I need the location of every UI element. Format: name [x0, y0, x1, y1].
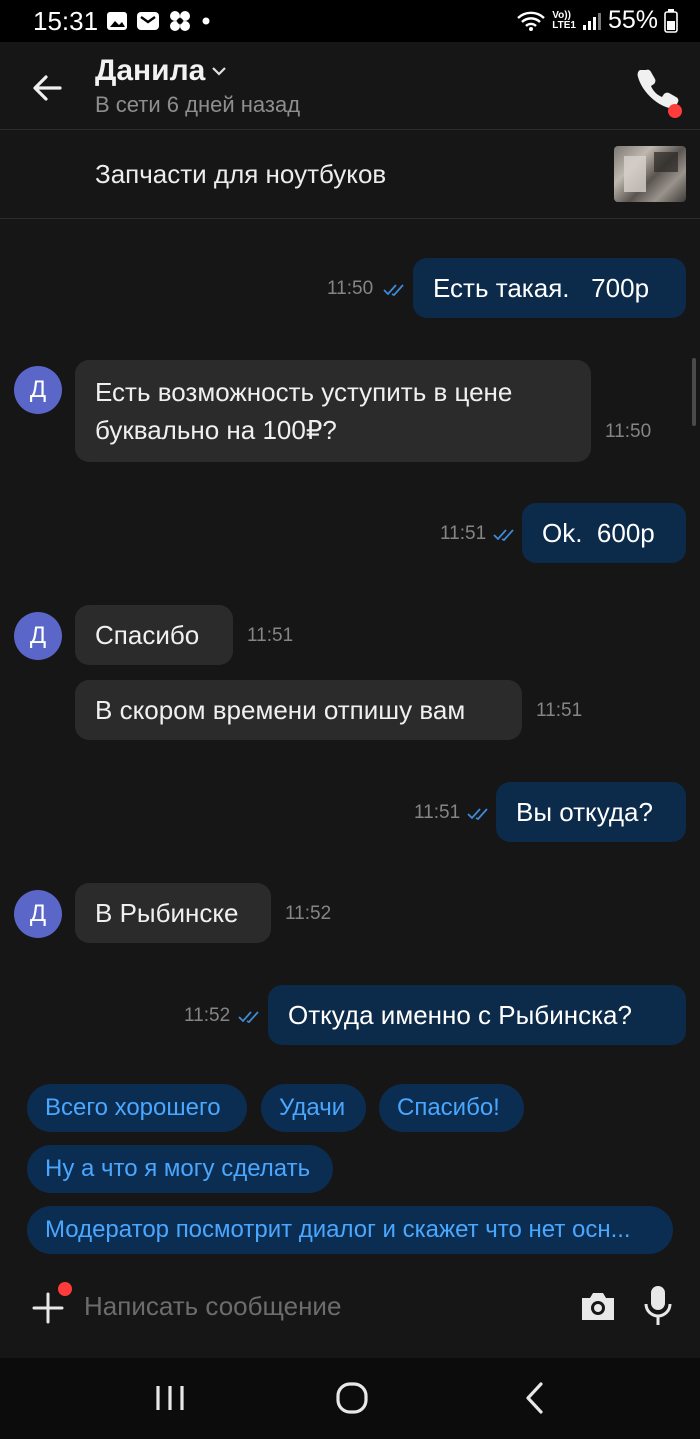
- message-time: 11:51: [536, 700, 583, 721]
- read-ticks-icon: [493, 529, 514, 542]
- system-navigation-bar: [0, 1358, 700, 1439]
- incoming-message[interactable]: В Рыбинске: [75, 883, 271, 943]
- back-arrow-icon[interactable]: [26, 66, 70, 110]
- attach-plus-icon[interactable]: [30, 1290, 66, 1326]
- message-time: 11:51: [247, 625, 294, 646]
- outgoing-message[interactable]: Вы откуда?: [496, 782, 686, 842]
- scrollbar[interactable]: [692, 358, 696, 426]
- battery-percent: 55%: [607, 6, 658, 34]
- incoming-message[interactable]: Спасибо: [75, 605, 233, 665]
- chevron-down-icon[interactable]: [211, 65, 227, 77]
- gallery-icon: [107, 12, 127, 30]
- product-bar[interactable]: Запчасти для ноутбуков: [0, 131, 700, 219]
- avatar-letter: Д: [29, 376, 47, 403]
- incoming-message[interactable]: В скором времени отпишу вам: [75, 680, 522, 740]
- quick-reply-chip[interactable]: Спасибо!: [379, 1084, 524, 1132]
- message-time: 11:50: [605, 421, 652, 442]
- quick-reply-chip[interactable]: Модератор посмотрит диалог и скажет что …: [27, 1206, 673, 1254]
- product-thumbnail[interactable]: [614, 146, 686, 202]
- thumbnail-detail: [624, 156, 646, 192]
- message-text: Есть возможность уступить в цене букваль…: [95, 376, 513, 445]
- call-badge-dot: [668, 104, 682, 118]
- chip-label: Всего хорошего: [45, 1094, 221, 1121]
- chip-label: Модератор посмотрит диалог и скажет что …: [45, 1216, 631, 1243]
- microphone-icon[interactable]: [642, 1284, 674, 1328]
- wifi-icon: [517, 11, 546, 31]
- outgoing-message[interactable]: Ok. 600р: [522, 503, 686, 563]
- message-time: 11:51: [440, 523, 487, 544]
- chip-label: Спасибо!: [397, 1094, 500, 1121]
- contact-name[interactable]: Данила: [95, 54, 205, 88]
- message-text: Есть такая. 700р: [433, 272, 650, 303]
- message-text: Ok. 600р: [542, 517, 655, 548]
- avatar[interactable]: Д: [14, 612, 62, 660]
- last-seen-status: В сети 6 дней назад: [95, 92, 301, 117]
- avatar[interactable]: Д: [14, 890, 62, 938]
- chat-header: Данила В сети 6 дней назад: [0, 42, 700, 130]
- message-input[interactable]: [84, 1286, 554, 1326]
- attach-badge-dot: [58, 1282, 72, 1296]
- quick-reply-chip[interactable]: Ну а что я могу сделать: [27, 1145, 333, 1193]
- message-text: В Рыбинске: [95, 897, 239, 928]
- lte-label: Vo)) LTE1: [552, 9, 576, 31]
- message-text: Спасибо: [95, 619, 200, 650]
- outgoing-message[interactable]: Откуда именно с Рыбинска?: [268, 985, 686, 1045]
- message-time: 11:52: [184, 1005, 231, 1026]
- message-text: Вы откуда?: [516, 796, 653, 827]
- read-ticks-icon: [383, 284, 404, 297]
- battery-icon: [664, 8, 678, 33]
- message-time: 11:50: [327, 278, 374, 299]
- mail-icon: [137, 12, 159, 30]
- notification-icons: [106, 8, 212, 34]
- status-time: 15:31: [33, 6, 99, 36]
- message-text: В скором времени отпишу вам: [95, 694, 466, 725]
- system-icons: Vo)) LTE1 55%: [516, 6, 678, 35]
- incoming-message[interactable]: Есть возможность уступить в цене букваль…: [75, 360, 591, 462]
- chip-label: Ну а что я могу сделать: [45, 1155, 311, 1182]
- avatar-letter: Д: [29, 622, 47, 649]
- quick-reply-chip[interactable]: Удачи: [261, 1084, 366, 1132]
- chip-label: Удачи: [279, 1094, 346, 1121]
- quick-reply-chip[interactable]: Всего хорошего: [27, 1084, 247, 1132]
- camera-icon[interactable]: [578, 1288, 618, 1324]
- avatar-letter: Д: [29, 900, 47, 927]
- outgoing-message[interactable]: Есть такая. 700р: [413, 258, 686, 318]
- read-ticks-icon: [238, 1011, 259, 1024]
- home-icon[interactable]: [330, 1378, 374, 1418]
- contact-name-row[interactable]: Данила: [95, 54, 227, 88]
- signal-icon: [582, 12, 601, 30]
- recent-apps-icon[interactable]: [148, 1378, 192, 1418]
- status-bar: 15:31 Vo)) LTE1 55%: [0, 0, 700, 42]
- avatar[interactable]: Д: [14, 366, 62, 414]
- lte-label-bottom: LTE1: [552, 19, 576, 31]
- message-text: Откуда именно с Рыбинска?: [288, 999, 632, 1030]
- read-ticks-icon: [467, 808, 488, 821]
- product-title[interactable]: Запчасти для ноутбуков: [95, 159, 386, 190]
- app-icon: [170, 11, 190, 31]
- message-time: 11:51: [414, 802, 461, 823]
- lte-label-top: Vo)): [552, 9, 571, 21]
- more-dot-icon: [202, 17, 210, 25]
- message-composer: [0, 1272, 700, 1358]
- thumbnail-detail: [654, 152, 678, 172]
- message-time: 11:52: [285, 903, 332, 924]
- back-nav-icon[interactable]: [514, 1378, 558, 1418]
